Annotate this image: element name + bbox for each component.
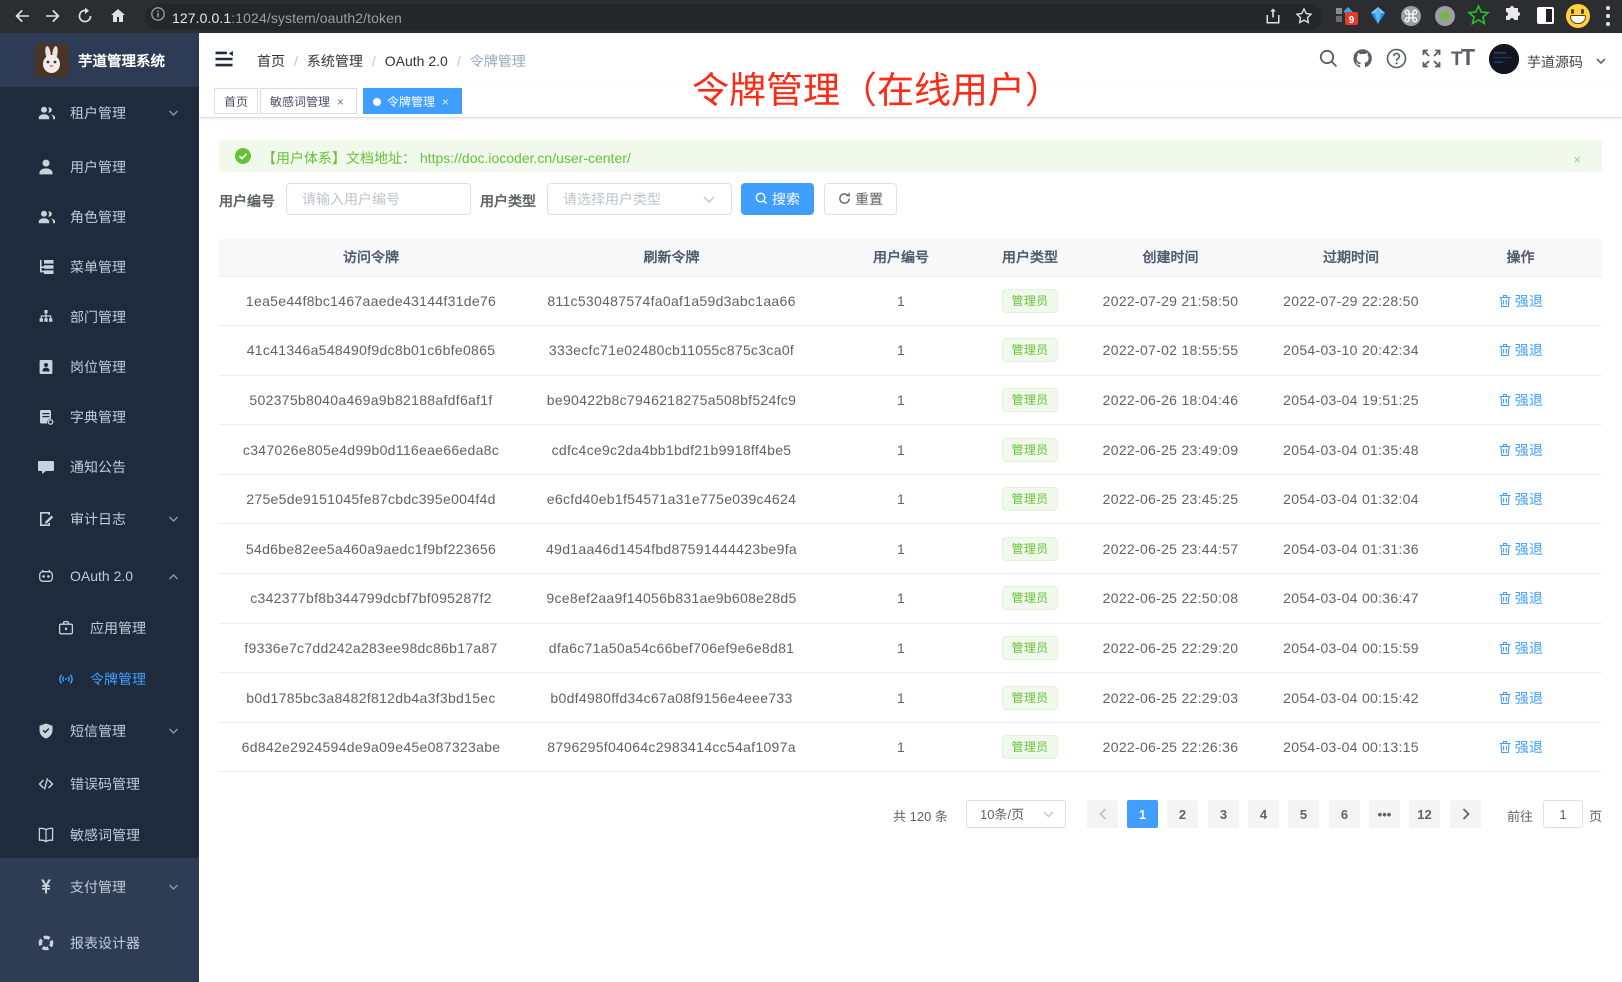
svg-text:T: T: [1461, 48, 1475, 69]
